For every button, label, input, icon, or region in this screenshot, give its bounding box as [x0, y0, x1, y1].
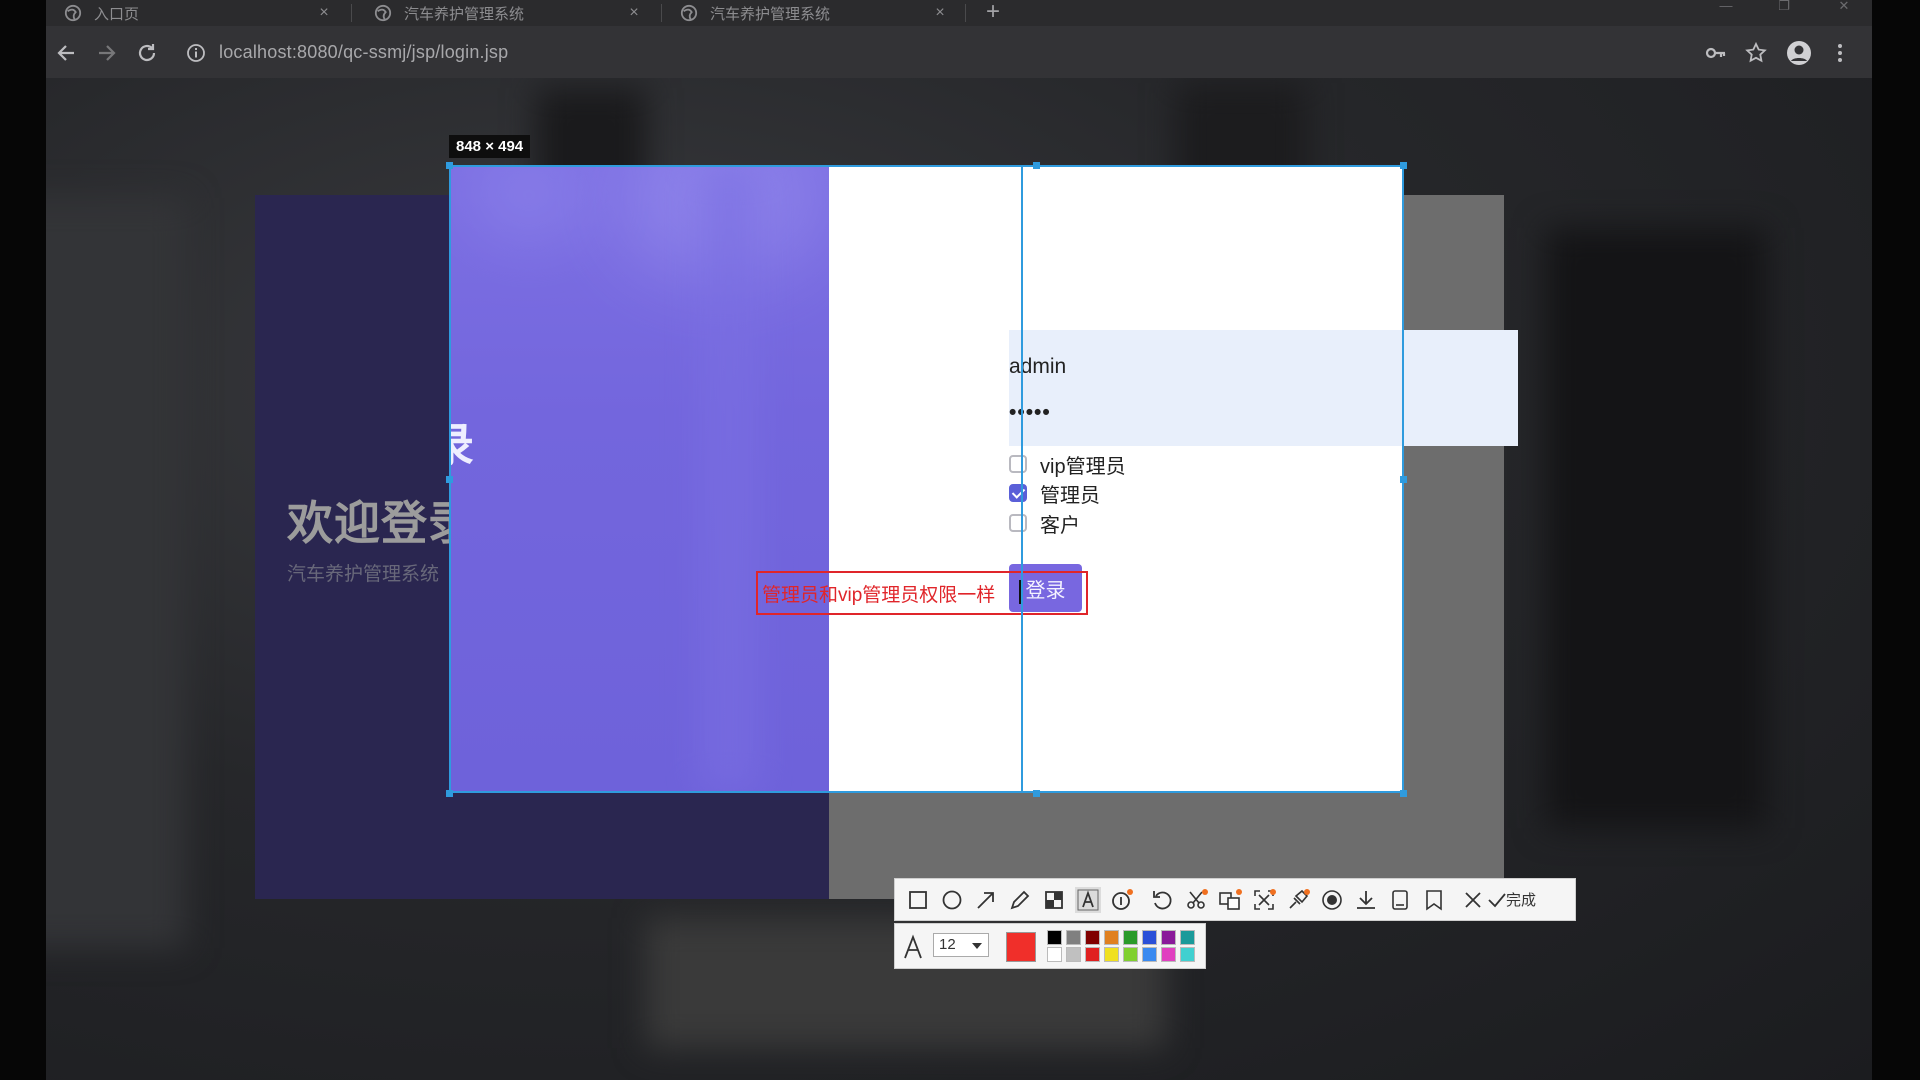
- rectangle-icon[interactable]: [905, 887, 931, 913]
- color-swatch[interactable]: [1142, 947, 1157, 962]
- color-swatch[interactable]: [1066, 930, 1081, 945]
- font-size-select[interactable]: 12: [933, 933, 989, 957]
- tab-close-icon[interactable]: ×: [624, 4, 644, 22]
- back-icon[interactable]: [54, 41, 78, 65]
- color-swatch[interactable]: [1047, 930, 1062, 945]
- screenshot-toolbar: 完成: [894, 878, 1576, 921]
- color-swatch[interactable]: [1180, 947, 1195, 962]
- font-size-value: 12: [939, 936, 956, 953]
- tab-title: 汽车养护管理系统: [710, 5, 831, 23]
- tab-title: 入口页: [94, 5, 140, 23]
- tab-entry-page[interactable]: 入口页 ×: [46, 0, 348, 26]
- tab-separator: [351, 4, 352, 22]
- resize-handle[interactable]: [1400, 162, 1407, 169]
- forward-icon[interactable]: [95, 41, 119, 65]
- long-screenshot-icon[interactable]: [1387, 887, 1413, 913]
- tab-close-icon[interactable]: ×: [930, 4, 950, 22]
- account-icon[interactable]: [1785, 39, 1813, 67]
- globe-icon: [680, 4, 698, 22]
- font-icon: [904, 934, 922, 959]
- info-icon[interactable]: [186, 43, 206, 63]
- background-blur: [1546, 228, 1766, 828]
- chevron-down-icon: [972, 943, 982, 949]
- color-swatch[interactable]: [1123, 930, 1138, 945]
- bookmark-icon[interactable]: [1421, 887, 1447, 913]
- globe-icon: [374, 4, 392, 22]
- current-color-swatch[interactable]: [1006, 932, 1036, 962]
- tab-car-maintenance-1[interactable]: 汽车养护管理系统 ×: [356, 0, 658, 26]
- left-black-border: [0, 0, 46, 1080]
- resize-handle[interactable]: [446, 476, 453, 483]
- color-swatch[interactable]: [1180, 930, 1195, 945]
- selection-size-label: 848 × 494: [449, 135, 531, 158]
- restore-button[interactable]: ❐: [1764, 0, 1804, 14]
- color-swatch[interactable]: [1161, 947, 1176, 962]
- tab-title: 汽车养护管理系统: [404, 5, 525, 23]
- resize-handle[interactable]: [1033, 162, 1040, 169]
- ellipse-icon[interactable]: [939, 887, 965, 913]
- color-swatch[interactable]: [1104, 947, 1119, 962]
- new-tab-button[interactable]: +: [979, 0, 1007, 26]
- reload-icon[interactable]: [135, 41, 159, 65]
- mosaic-icon[interactable]: [1041, 887, 1067, 913]
- background-blur: [46, 198, 186, 948]
- selection-frame-right[interactable]: [1023, 165, 1404, 793]
- resize-handle[interactable]: [1400, 476, 1407, 483]
- color-swatch[interactable]: [1142, 930, 1157, 945]
- tab-strip: 入口页 × 汽车养护管理系统 × 汽车养护管理系统 × + — ❐ ✕: [46, 0, 1872, 26]
- text-icon[interactable]: [1075, 887, 1101, 913]
- right-black-border: [1872, 0, 1920, 1080]
- key-icon[interactable]: [1704, 41, 1728, 65]
- welcome-title: 欢迎登录: [287, 497, 475, 549]
- tab-separator: [965, 4, 966, 22]
- text-options-bar: 12: [894, 923, 1206, 969]
- color-swatch[interactable]: [1123, 947, 1138, 962]
- number-icon[interactable]: [1109, 887, 1135, 913]
- pencil-icon[interactable]: [1007, 887, 1033, 913]
- cancel-icon[interactable]: [1460, 887, 1486, 913]
- minimize-button[interactable]: —: [1706, 0, 1746, 14]
- address-bar[interactable]: localhost:8080/qc-ssmj/jsp/login.jsp: [219, 42, 508, 63]
- translate-icon[interactable]: [1217, 887, 1243, 913]
- resize-handle[interactable]: [1033, 790, 1040, 797]
- undo-icon[interactable]: [1149, 887, 1175, 913]
- clip-icon[interactable]: [1183, 887, 1209, 913]
- arrow-icon[interactable]: [973, 887, 999, 913]
- resize-handle[interactable]: [1400, 790, 1407, 797]
- tab-close-icon[interactable]: ×: [314, 4, 334, 22]
- color-swatch[interactable]: [1085, 947, 1100, 962]
- color-swatch[interactable]: [1066, 947, 1081, 962]
- close-window-button[interactable]: ✕: [1824, 0, 1864, 14]
- color-swatch[interactable]: [1085, 930, 1100, 945]
- record-icon[interactable]: [1319, 887, 1345, 913]
- color-swatch[interactable]: [1104, 930, 1119, 945]
- tab-car-maintenance-2[interactable]: 汽车养护管理系统 ×: [662, 0, 964, 26]
- globe-icon: [64, 4, 82, 22]
- resize-handle[interactable]: [446, 162, 453, 169]
- color-swatch[interactable]: [1161, 930, 1176, 945]
- selection-frame[interactable]: [449, 165, 1023, 793]
- pin-icon[interactable]: [1285, 887, 1311, 913]
- welcome-subtitle: 汽车养护管理系统: [287, 564, 440, 585]
- download-icon[interactable]: [1353, 887, 1379, 913]
- done-button-label[interactable]: 完成: [1506, 889, 1536, 910]
- star-icon[interactable]: [1744, 41, 1768, 65]
- menu-icon[interactable]: [1828, 41, 1852, 65]
- resize-handle[interactable]: [446, 790, 453, 797]
- color-swatch[interactable]: [1047, 947, 1062, 962]
- ocr-icon[interactable]: [1251, 887, 1277, 913]
- browser-window: 入口页 × 汽车养护管理系统 × 汽车养护管理系统 × + — ❐ ✕ loca…: [46, 0, 1872, 1080]
